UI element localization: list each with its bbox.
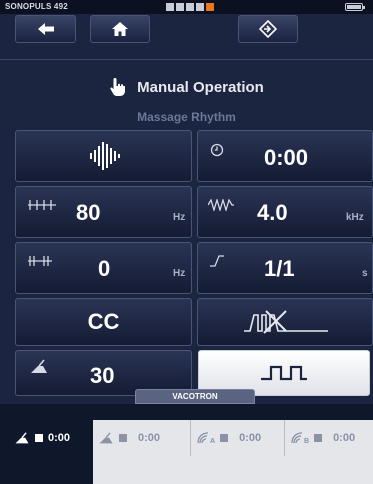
square-wave-icon [261, 365, 307, 381]
home-button[interactable] [90, 15, 150, 43]
device-name: SONOPULS 492 [5, 2, 68, 11]
hand-pointer-icon [110, 78, 126, 96]
timer-value: 0:00 [264, 145, 309, 170]
offset-unit: Hz [173, 268, 186, 279]
channel-segment [176, 3, 184, 11]
carrier-value: 4.0 [257, 200, 288, 225]
mode-value: CC [87, 309, 120, 334]
carrier-tile[interactable]: 4.0 kHz [197, 186, 373, 238]
page-subtitle: Massage Rhythm [137, 110, 236, 124]
frequency-unit: Hz [173, 212, 186, 223]
timer-tile[interactable]: 0:00 [197, 130, 373, 182]
channel-status-square [314, 434, 323, 442]
frequency-tile[interactable]: 80 Hz [15, 186, 192, 238]
channel-vacuum-2[interactable]: 0:00 [98, 420, 160, 456]
ramp-tile[interactable]: 1/1 s [197, 242, 373, 294]
frequency-icon [28, 200, 56, 210]
channel-vacuum-1[interactable]: 0:00 [14, 420, 70, 456]
frequency-value: 80 [76, 200, 101, 225]
vacuum-cup-icon [15, 431, 29, 443]
channel-time: 0:00 [333, 432, 356, 444]
ramp-value: 1/1 [264, 256, 295, 281]
vacuum-cup-icon [99, 431, 113, 443]
back-button[interactable] [15, 15, 76, 43]
electrode-a-icon: A [196, 431, 215, 445]
channel-separator [190, 420, 191, 456]
modulation-tile[interactable] [197, 298, 373, 346]
vacotron-tab[interactable]: VACOTRON [135, 389, 255, 404]
title-row: Manual Operation [0, 72, 373, 102]
channel-status-square [119, 434, 127, 442]
channel-letter: B [304, 438, 310, 445]
channel-indicator [166, 3, 214, 11]
offset-frequency-icon [28, 256, 52, 266]
massage-pattern-icon [89, 142, 120, 170]
clock-icon [210, 143, 224, 157]
channel-time: 0:00 [239, 432, 262, 444]
intensity-value: 30 [90, 363, 115, 388]
channel-a[interactable]: A 0:00 [196, 420, 261, 456]
electrode-b-icon: B [290, 431, 309, 445]
divider [0, 59, 373, 60]
channel-time: 0:00 [138, 432, 161, 444]
channel-status-square [35, 434, 43, 442]
channel-separator [284, 420, 285, 456]
channel-time: 0:00 [48, 432, 71, 444]
ramp-unit: s [362, 268, 368, 279]
channel-segment-active [206, 3, 214, 11]
offset-value: 0 [98, 256, 111, 281]
battery-icon [345, 3, 365, 11]
channel-segment [166, 3, 174, 11]
navigate-button[interactable] [238, 15, 298, 43]
channel-letter: A [210, 438, 216, 445]
offset-tile[interactable]: 0 Hz [15, 242, 192, 294]
modulation-off-icon [244, 310, 328, 334]
carrier-wave-icon [208, 199, 234, 211]
page-title: Manual Operation [137, 78, 264, 96]
channel-segment [196, 3, 204, 11]
carrier-unit: kHz [346, 212, 364, 223]
ramp-icon [210, 255, 224, 267]
channel-segment [186, 3, 194, 11]
arrow-left-icon [37, 23, 54, 35]
channel-b[interactable]: B 0:00 [290, 420, 355, 456]
channel-status-square [220, 434, 229, 442]
battery-fill [347, 5, 361, 9]
mode-tile[interactable]: CC [15, 298, 192, 346]
vacuum-cup-icon [31, 359, 47, 373]
home-icon [112, 22, 128, 36]
program-tile[interactable] [15, 130, 192, 182]
diamond-arrow-icon [259, 20, 277, 38]
